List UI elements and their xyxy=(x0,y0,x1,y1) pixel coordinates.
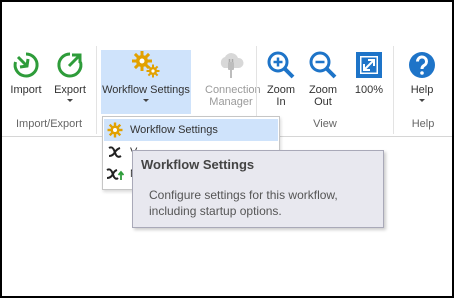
import-icon xyxy=(13,52,39,78)
zoom-out-label-2: Out xyxy=(314,96,332,108)
group-label-import-export: Import/Export xyxy=(15,118,83,130)
tooltip-title: Workflow Settings xyxy=(141,157,255,172)
group-label-help: Help xyxy=(411,118,435,130)
zoom-out-label-1: Zoom xyxy=(308,84,338,96)
chevron-down-icon xyxy=(143,99,149,102)
gear-icon xyxy=(104,122,126,138)
zoom-in-label-2: In xyxy=(276,96,286,108)
variable-x-arrow-icon xyxy=(104,166,126,182)
menu-item-label: Workflow Settings xyxy=(130,124,218,136)
chevron-down-icon xyxy=(419,99,425,102)
export-icon xyxy=(57,52,83,78)
help-question-icon xyxy=(409,52,435,78)
group-import-export: Import Export Import/Export xyxy=(2,36,96,136)
zoom-out-icon xyxy=(309,51,337,79)
export-label: Export xyxy=(54,84,86,96)
connection-manager-label-1: Connection xyxy=(205,84,261,96)
variable-x-icon xyxy=(104,144,126,160)
tooltip-body: Configure settings for this workflow, in… xyxy=(149,188,338,218)
import-label: Import xyxy=(10,84,42,96)
export-button[interactable]: Export xyxy=(50,50,90,102)
zoom-in-label-1: Zoom xyxy=(266,84,296,96)
zoom-in-icon xyxy=(267,51,295,79)
zoom-100-label: 100% xyxy=(354,84,384,96)
workflow-settings-label: Workflow Settings xyxy=(102,84,190,96)
zoom-out-button[interactable]: Zoom Out xyxy=(305,50,341,108)
help-label: Help xyxy=(410,84,434,96)
connection-manager-label-2: Manager xyxy=(209,96,253,108)
zoom-100-icon xyxy=(356,52,382,78)
connection-manager-button[interactable]: Connection Manager xyxy=(205,50,261,108)
workflow-settings-tooltip: Workflow Settings Configure settings for… xyxy=(132,150,384,228)
help-button[interactable]: Help xyxy=(402,50,442,102)
connection-plug-icon xyxy=(220,53,244,78)
zoom-100-button[interactable]: 100% xyxy=(349,50,389,96)
menu-item-workflow-settings[interactable]: Workflow Settings xyxy=(104,119,278,141)
group-help: Help Help xyxy=(394,36,452,136)
title-strip xyxy=(2,2,452,37)
workflow-settings-button[interactable]: Workflow Settings xyxy=(101,50,191,114)
import-button[interactable]: Import xyxy=(6,50,46,96)
gears-icon xyxy=(132,51,160,78)
app-window: Import Export Import/Export Workflow Set… xyxy=(2,2,452,296)
chevron-down-icon xyxy=(67,99,73,102)
zoom-in-button[interactable]: Zoom In xyxy=(263,50,299,108)
